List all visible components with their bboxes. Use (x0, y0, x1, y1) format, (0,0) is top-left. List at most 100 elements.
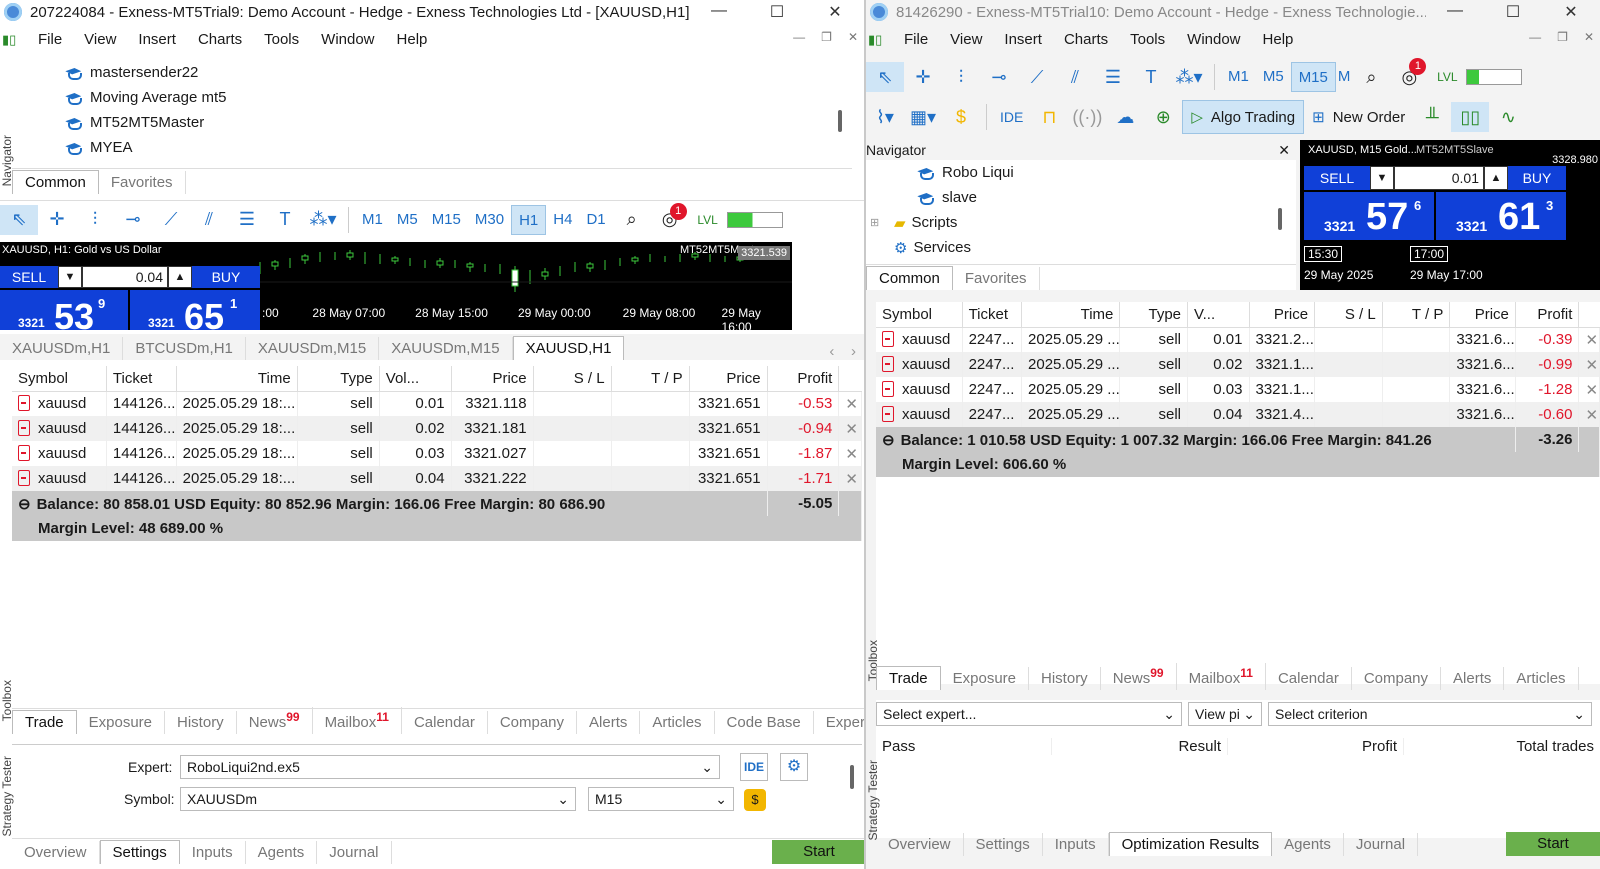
col-ticket[interactable]: Ticket (106, 366, 177, 392)
table-row[interactable]: xauusd 144126... 2025.05.29 18:... sell 0.04… (12, 466, 862, 491)
menu-tools[interactable]: Tools (1122, 31, 1179, 48)
timeframe-m1[interactable]: M1 (1221, 62, 1256, 92)
col-price[interactable]: Price (451, 366, 534, 392)
maximize-icon[interactable]: ☐ (1484, 2, 1542, 22)
vps-icon[interactable]: ⊕ (1144, 102, 1182, 132)
menu-file[interactable]: File (30, 31, 76, 48)
tab-news[interactable]: News99 (237, 707, 313, 734)
menu-window[interactable]: Window (1179, 31, 1254, 48)
cell-sl[interactable] (1314, 327, 1383, 352)
close-position-icon[interactable]: ✕ (838, 391, 862, 416)
templates-icon[interactable]: ▦▾ (904, 102, 942, 132)
price-chart[interactable]: XAUUSD, M15 Gold... MT52MT5Slave 3328.98… (1300, 140, 1600, 290)
cell-sl[interactable] (533, 466, 612, 491)
mdi-minimize-icon[interactable]: — (793, 30, 805, 44)
buy-button[interactable]: BUY (1508, 166, 1566, 190)
sell-button[interactable]: SELL (1304, 166, 1370, 190)
cell-sl[interactable] (1314, 402, 1383, 427)
minimize-icon[interactable]: — (1426, 2, 1484, 22)
close-position-icon[interactable]: ✕ (838, 441, 862, 466)
tab-experts[interactable]: Exper (814, 711, 864, 734)
candlestick-icon[interactable]: ▯▯ (1451, 102, 1490, 132)
col-sl[interactable]: S / L (1314, 302, 1383, 328)
level-icon[interactable]: LVL (689, 205, 727, 235)
tab-optimization-results[interactable]: Optimization Results (1108, 832, 1273, 856)
tab-exposure[interactable]: Exposure (941, 667, 1030, 690)
search-icon[interactable]: ⌕ (1352, 62, 1390, 92)
mdi-restore-icon[interactable]: ❐ (1557, 30, 1568, 44)
close-icon[interactable]: ✕ (1542, 2, 1600, 22)
tab-alerts[interactable]: Alerts (1441, 667, 1505, 690)
close-position-icon[interactable]: ✕ (1578, 377, 1600, 402)
col-profit[interactable]: Profit (1515, 302, 1580, 328)
title-bar[interactable]: 81426290 - Exness-MT5Trial10: Demo Accou… (866, 0, 1600, 24)
timeframe-m15[interactable]: M15 (1290, 62, 1336, 92)
table-row[interactable]: xauusd 144126... 2025.05.29 18:... sell 0.03… (12, 441, 862, 466)
menu-view[interactable]: View (942, 31, 996, 48)
col-current-price[interactable]: Price (689, 366, 768, 392)
timeframe-m5[interactable]: M5 (390, 205, 425, 235)
horizontal-line-icon[interactable]: ⊸ (980, 62, 1018, 92)
channel-icon[interactable]: ⫽ (1056, 62, 1094, 92)
dollar-icon[interactable]: $ (744, 789, 766, 811)
navigator-item[interactable]: mastersender22 (64, 60, 850, 85)
line-chart-icon[interactable]: ∿ (1489, 102, 1527, 132)
menu-help[interactable]: Help (1255, 31, 1308, 48)
tab-overview[interactable]: Overview (12, 841, 100, 864)
mdi-close-icon[interactable]: ✕ (848, 30, 858, 44)
close-icon[interactable]: ✕ (806, 2, 864, 22)
fibonacci-icon[interactable]: ☰ (1094, 62, 1132, 92)
navigator-item-services[interactable]: ⚙ Services (870, 235, 1296, 260)
col-tp[interactable]: T / P (1382, 302, 1451, 328)
shopping-bag-icon[interactable]: ⊓ (1030, 102, 1068, 132)
ide-button[interactable]: IDE (993, 102, 1030, 132)
timeframe-h4[interactable]: H4 (546, 205, 579, 235)
collapse-icon[interactable]: ⊖ (18, 496, 31, 513)
collapse-icon[interactable]: ⊖ (882, 432, 895, 449)
tab-agents[interactable]: Agents (1272, 833, 1344, 856)
table-row[interactable]: xauusd 144126... 2025.05.29 18:... sell 0.01… (12, 391, 862, 416)
volume-down-icon[interactable]: ▼ (1370, 166, 1394, 190)
tab-overview[interactable]: Overview (876, 833, 964, 856)
col-profit[interactable]: Profit (767, 366, 840, 392)
tab-favorites[interactable]: Favorites (99, 171, 186, 194)
period-select[interactable]: M15 ⌄ (588, 787, 734, 811)
col-symbol[interactable]: Symbol (876, 302, 963, 328)
col-profit[interactable]: Profit (1228, 737, 1404, 755)
chart-tab[interactable]: XAUUSDm,M15 (379, 337, 513, 360)
menu-tools[interactable]: Tools (256, 31, 313, 48)
volume-up-icon[interactable]: ▲ (1484, 166, 1508, 190)
sell-button[interactable]: SELL (0, 266, 58, 288)
col-result[interactable]: Result (1052, 737, 1228, 755)
cell-sl[interactable] (533, 416, 612, 441)
tab-mailbox[interactable]: Mailbox11 (1177, 663, 1266, 690)
scrollbar-thumb[interactable] (850, 765, 854, 789)
tab-inputs[interactable]: Inputs (180, 841, 246, 864)
col-ticket[interactable]: Ticket (962, 302, 1023, 328)
col-type[interactable]: Type (1119, 302, 1189, 328)
signals-icon[interactable]: ((·)) (1068, 102, 1106, 132)
buy-price-box[interactable]: 3321 65 1 (130, 290, 260, 330)
navigator-item-scripts[interactable]: ⊞ ▰ Scripts (870, 210, 1296, 235)
table-row[interactable]: xauusd 2247... 2025.05.29 ... sell 0.01 3321.… (876, 327, 1600, 352)
vertical-line-icon[interactable]: ⫶ (76, 205, 114, 235)
text-icon[interactable]: T (266, 205, 304, 235)
menu-file[interactable]: File (896, 31, 942, 48)
tab-calendar[interactable]: Calendar (402, 711, 488, 734)
col-price[interactable]: Price (1249, 302, 1316, 328)
symbol-select[interactable]: XAUUSDm ⌄ (180, 787, 576, 811)
cloud-icon[interactable]: ☁ (1106, 102, 1144, 132)
tab-articles[interactable]: Articles (1504, 667, 1579, 690)
tab-mailbox[interactable]: Mailbox11 (313, 707, 402, 734)
sell-price-box[interactable]: 3321 57 6 (1304, 192, 1434, 240)
tab-news[interactable]: News99 (1101, 663, 1177, 690)
menu-charts[interactable]: Charts (190, 31, 256, 48)
timeframe-m5[interactable]: M5 (1256, 62, 1291, 92)
timeframe-h1[interactable]: H1 (511, 204, 547, 235)
search-icon[interactable]: ⌕ (613, 205, 651, 235)
start-button[interactable]: Start (1506, 832, 1600, 856)
tab-scroll-icons[interactable]: ‹ › (829, 343, 864, 360)
bar-chart-icon[interactable]: ╨ (1413, 102, 1451, 132)
start-button[interactable]: Start (772, 840, 864, 864)
col-symbol[interactable]: Symbol (12, 366, 107, 392)
